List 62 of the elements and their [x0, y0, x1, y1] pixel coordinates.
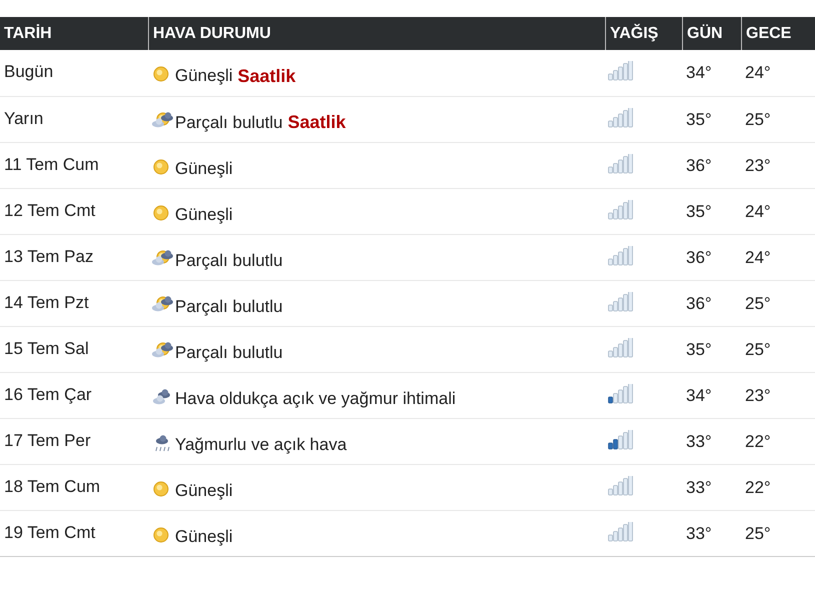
- day-temperature: 36°: [686, 292, 712, 315]
- night-temperature: 23°: [745, 154, 771, 177]
- day-temperature: 35°: [686, 108, 712, 131]
- date-text: Bugün: [4, 61, 54, 84]
- precipitation-bars-icon: [608, 430, 633, 450]
- day-temperature: 36°: [686, 154, 712, 177]
- date-text: 15 Tem Sal: [4, 338, 89, 360]
- night-temperature: 25°: [745, 108, 771, 131]
- weather-condition: Güneşli: [175, 158, 233, 180]
- precipitation-bars-icon: [608, 338, 633, 358]
- date-text: 18 Tem Cum: [4, 476, 100, 498]
- date-text: 12 Tem Cmt: [4, 200, 96, 222]
- day-temperature: 35°: [686, 338, 712, 361]
- precipitation-bars-icon: [608, 200, 633, 220]
- weather-condition: Parçalı bulutlu: [175, 342, 283, 364]
- day-temperature: 35°: [686, 200, 712, 223]
- night-temperature: 24°: [745, 62, 771, 84]
- day-temperature: 34°: [686, 62, 712, 84]
- precipitation-bars-icon: [608, 476, 633, 496]
- precipitation-bars-icon: [608, 61, 633, 81]
- day-temperature: 33°: [686, 522, 712, 545]
- precipitation-bars-icon: [608, 522, 633, 542]
- weather-condition: Parçalı bulutlu: [175, 296, 283, 318]
- night-temperature: 22°: [745, 430, 771, 453]
- date-text: 17 Tem Per: [4, 430, 91, 452]
- precipitation-bars-icon: [608, 384, 633, 404]
- column-header: GECE: [741, 17, 815, 50]
- night-temperature: 24°: [745, 200, 771, 223]
- night-temperature: 23°: [745, 384, 771, 407]
- night-temperature: 25°: [745, 338, 771, 361]
- column-header: GÜN: [682, 17, 741, 50]
- hourly-link[interactable]: Saatlik: [238, 62, 296, 90]
- day-temperature: 36°: [686, 246, 712, 269]
- weather-condition: Güneşli: [175, 526, 233, 548]
- date-text: 13 Tem Paz: [4, 246, 94, 268]
- weather-condition: Parçalı bulutlu: [175, 112, 283, 134]
- date-text: Yarın: [4, 108, 44, 130]
- date-text: 11 Tem Cum: [4, 154, 99, 176]
- day-temperature: 33°: [686, 476, 712, 499]
- weather-condition: Parçalı bulutlu: [175, 250, 283, 272]
- hourly-link[interactable]: Saatlik: [288, 109, 346, 136]
- date-text: 14 Tem Pzt: [4, 292, 89, 314]
- night-temperature: 25°: [745, 522, 771, 545]
- night-temperature: 22°: [745, 476, 771, 499]
- night-temperature: 25°: [745, 292, 771, 315]
- date-text: 19 Tem Cmt: [4, 522, 96, 544]
- column-header: HAVA DURUMU: [148, 17, 605, 50]
- night-temperature: 24°: [745, 246, 771, 269]
- day-temperature: 34°: [686, 384, 712, 407]
- weather-condition: Güneşli: [175, 480, 233, 502]
- precipitation-bars-icon: [608, 108, 633, 128]
- precipitation-bars-icon: [608, 246, 633, 266]
- weather-condition: Hava oldukça açık ve yağmur ihtimali: [175, 388, 456, 410]
- day-temperature: 33°: [686, 430, 712, 453]
- precipitation-bars-icon: [608, 292, 633, 312]
- weather-condition: Güneşli: [175, 65, 233, 88]
- column-header: YAĞIŞ: [605, 17, 682, 50]
- weather-condition: Güneşli: [175, 204, 233, 226]
- weather-condition: Yağmurlu ve açık hava: [175, 434, 347, 456]
- column-header: TARİH: [3, 23, 53, 44]
- date-text: 16 Tem Çar: [4, 384, 92, 406]
- precipitation-bars-icon: [608, 154, 633, 174]
